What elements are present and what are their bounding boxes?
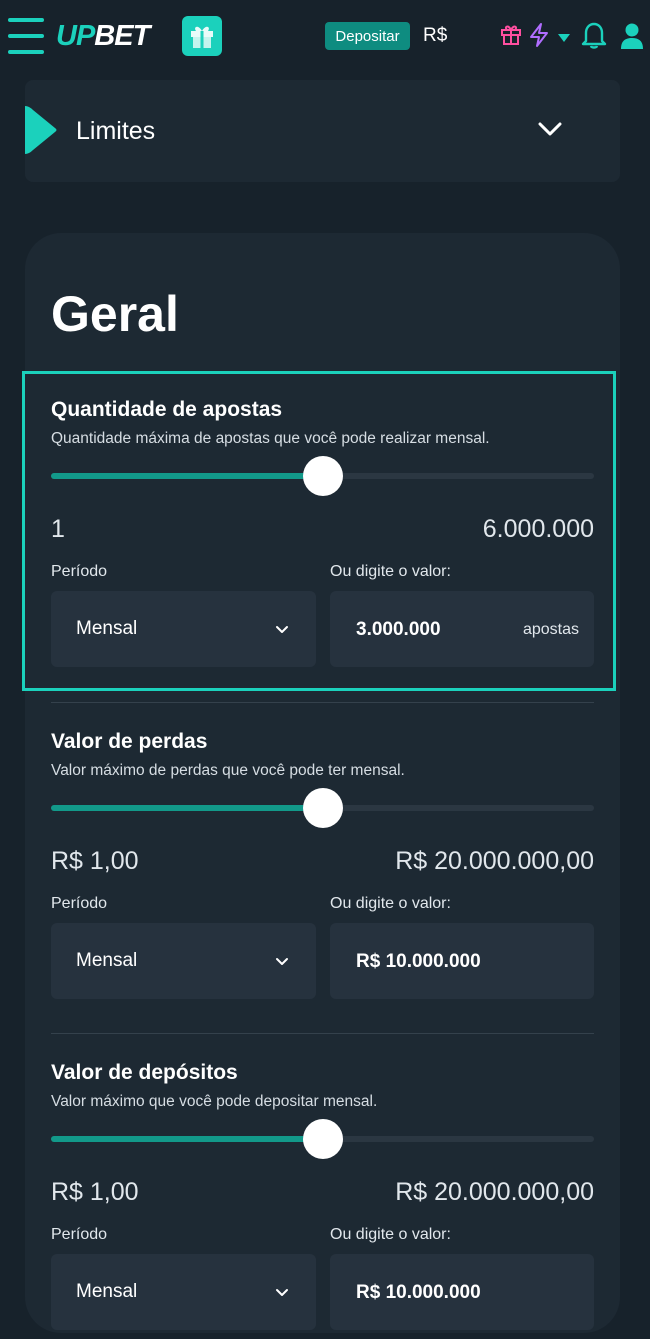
bell-icon[interactable] <box>581 20 607 55</box>
bets-value-input[interactable]: 3.000.000 apostas <box>330 591 594 667</box>
divider <box>51 1033 594 1034</box>
chevron-down-icon <box>275 622 289 640</box>
period-select[interactable]: Mensal <box>51 591 316 667</box>
section-title: Valor de perdas <box>51 730 208 753</box>
period-select[interactable]: Mensal <box>51 923 316 999</box>
top-bar: UPBET Depositar R$ <box>0 0 650 72</box>
bets-slider[interactable] <box>51 456 594 496</box>
slider-fill <box>51 473 323 479</box>
losses-value-section: Valor de perdas Valor máximo de perdas q… <box>51 728 594 1008</box>
period-select-value: Mensal <box>76 950 138 971</box>
chevron-down-icon <box>275 954 289 972</box>
range-min: R$ 1,00 <box>51 847 139 875</box>
range-max: R$ 20.000.000,00 <box>395 1178 594 1206</box>
section-title: Quantidade de apostas <box>51 398 283 421</box>
period-label: Período <box>51 1226 108 1243</box>
bets-quantity-section: Quantidade de apostas Quantidade máxima … <box>51 396 594 676</box>
section-title: Valor de depósitos <box>51 1061 238 1084</box>
page-title: Geral <box>51 286 179 342</box>
range-min: 1 <box>51 515 65 543</box>
slider-handle[interactable] <box>302 1119 343 1159</box>
chevron-down-icon <box>275 1285 289 1303</box>
value-label: Ou digite o valor: <box>330 563 451 580</box>
period-label: Período <box>51 895 108 912</box>
divider <box>51 702 594 703</box>
range-max: 6.000.000 <box>482 515 594 543</box>
play-arrow-icon <box>25 106 57 159</box>
input-value: R$ 10.000.000 <box>356 951 481 972</box>
losses-value-input[interactable]: R$ 10.000.000 <box>330 923 594 999</box>
slider-fill <box>51 1136 323 1142</box>
menu-icon[interactable] <box>8 18 44 56</box>
slider-handle[interactable] <box>302 788 343 828</box>
slider-fill <box>51 805 323 811</box>
logo[interactable]: UPBET <box>56 18 150 54</box>
section-description: Valor máximo que você pode depositar men… <box>51 1093 378 1110</box>
losses-slider[interactable] <box>51 788 594 828</box>
period-select-value: Mensal <box>76 1281 138 1302</box>
gift-outline-icon[interactable] <box>500 22 522 51</box>
section-description: Valor máximo de perdas que você pode ter… <box>51 762 405 779</box>
gift-icon[interactable] <box>182 16 222 56</box>
period-label: Período <box>51 563 108 580</box>
chevron-down-icon[interactable] <box>537 120 563 143</box>
caret-down-icon[interactable] <box>557 30 571 48</box>
range-min: R$ 1,00 <box>51 1178 139 1206</box>
input-suffix: apostas <box>522 621 579 638</box>
input-value: R$ 10.000.000 <box>356 1282 481 1303</box>
deposits-value-input[interactable]: R$ 10.000.000 <box>330 1254 594 1330</box>
deposits-value-section: Valor de depósitos Valor máximo que você… <box>51 1059 594 1339</box>
section-description: Quantidade máxima de apostas que você po… <box>51 430 490 447</box>
slider-handle[interactable] <box>302 456 343 496</box>
balance-currency[interactable]: R$ <box>423 24 447 48</box>
limits-accordion[interactable]: Limites <box>25 80 620 182</box>
period-select[interactable]: Mensal <box>51 1254 316 1330</box>
deposit-button[interactable]: Depositar <box>325 22 410 50</box>
input-value: 3.000.000 <box>356 619 441 640</box>
value-label: Ou digite o valor: <box>330 895 451 912</box>
user-icon[interactable] <box>620 22 644 55</box>
lightning-icon[interactable] <box>528 22 550 53</box>
range-max: R$ 20.000.000,00 <box>395 847 594 875</box>
limits-title: Limites <box>76 117 156 145</box>
value-label: Ou digite o valor: <box>330 1226 451 1243</box>
period-select-value: Mensal <box>76 618 138 639</box>
deposits-slider[interactable] <box>51 1119 594 1159</box>
